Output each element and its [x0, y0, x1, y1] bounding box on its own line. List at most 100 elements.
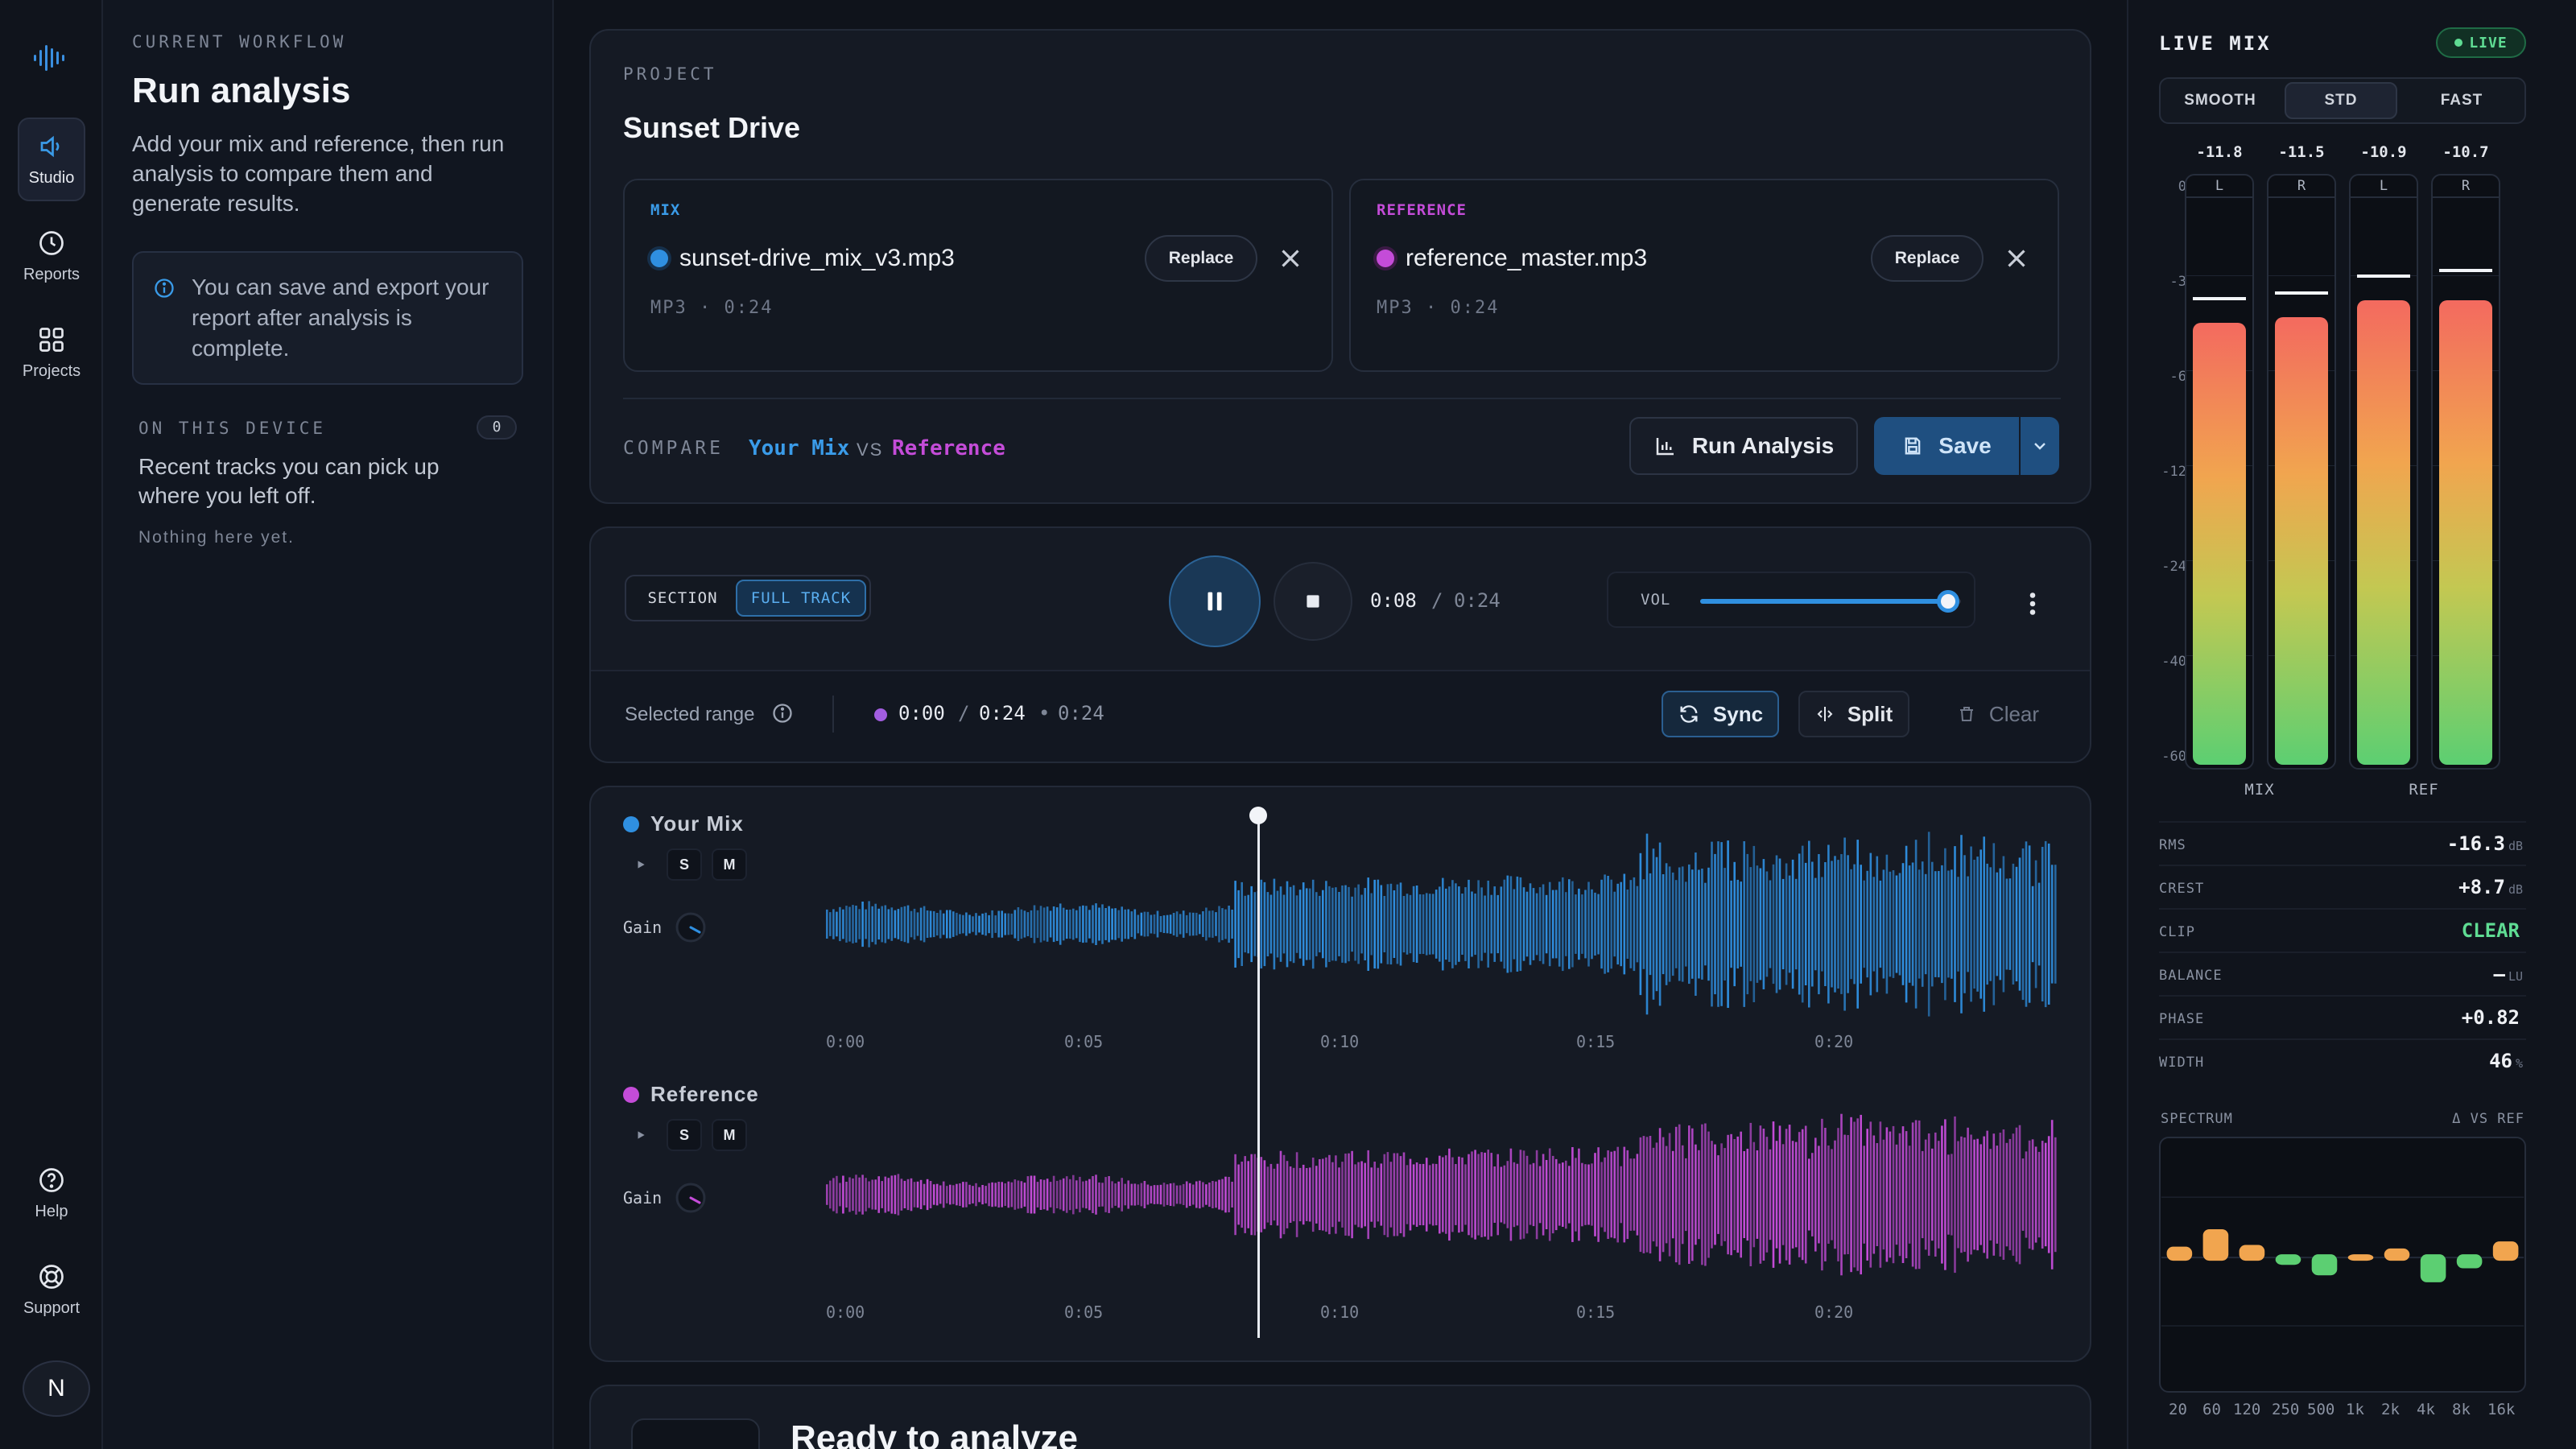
waveform-bar [1788, 875, 1791, 973]
info-icon[interactable] [771, 702, 794, 724]
split-button[interactable]: Split [1798, 691, 1909, 737]
scope-section-option[interactable]: SECTION [633, 580, 733, 617]
reference-solo-button[interactable]: S [667, 1119, 702, 1151]
waveform-bar [1461, 1157, 1463, 1232]
spectrum-label: SPECTRUM [2161, 1111, 2233, 1127]
current-time: 0:08 [1370, 589, 1417, 612]
reference-remove-close-icon[interactable] [2001, 243, 2032, 274]
waveform-bar [1837, 860, 1839, 989]
mix-mute-button[interactable]: M [712, 848, 747, 881]
mix-remove-close-icon[interactable] [1275, 243, 1306, 274]
waveform-bar [1367, 877, 1369, 971]
level-meter: L [2185, 174, 2254, 770]
save-button[interactable]: Save [1874, 417, 2019, 475]
nav-help[interactable]: Help [18, 1151, 85, 1235]
meter-gridline [2433, 275, 2499, 276]
waveform-bar [1088, 1179, 1091, 1211]
nav-reports[interactable]: Reports [18, 214, 85, 298]
mix-waveform[interactable] [826, 829, 2058, 1019]
waveform-bar [1351, 1150, 1353, 1239]
waveform-bar [985, 1186, 987, 1203]
waveform-bar [1565, 892, 1567, 956]
waveform-bar [884, 1176, 887, 1213]
nav-support[interactable]: Support [18, 1248, 85, 1331]
waveform-bar [1373, 879, 1376, 969]
waveform-bar [1736, 879, 1739, 969]
waveform-bar [1947, 870, 1950, 978]
waveform-bar [1538, 887, 1542, 961]
time-separator: / [1431, 589, 1443, 612]
stop-button[interactable] [1274, 562, 1352, 641]
reference-tick: 0:20 [1814, 1302, 1854, 1322]
mix-play-button[interactable] [623, 848, 658, 881]
save-options-button[interactable] [2021, 417, 2059, 475]
mix-gain-knob[interactable] [675, 911, 707, 943]
reference-mute-button[interactable]: M [712, 1119, 747, 1151]
waveform-bar [1698, 869, 1700, 979]
spectrum-delta-bar [2420, 1254, 2446, 1282]
waveform-bar [1542, 884, 1545, 964]
avatar[interactable]: N [23, 1360, 90, 1417]
sync-button[interactable]: Sync [1662, 691, 1779, 737]
volume-slider-fill [1700, 599, 1948, 604]
waveform-bar [1918, 1120, 1921, 1269]
stat-unit: LU [2508, 969, 2523, 984]
run-analysis-button[interactable]: Run Analysis [1629, 417, 1858, 475]
waveform-bar [1607, 1150, 1609, 1239]
waveform-bar [1175, 911, 1179, 937]
waveform-bar [836, 1175, 838, 1214]
waveform-bar [1224, 909, 1227, 939]
waveform-bar [1921, 1150, 1924, 1239]
spectrum-freq-label: 8k [2452, 1401, 2471, 1418]
waveform-bar [1850, 1117, 1852, 1273]
reference-play-button[interactable] [623, 1119, 658, 1151]
volume-slider-handle[interactable] [1936, 590, 1959, 613]
waveform-bar [1026, 1176, 1030, 1213]
waveform-bar [1979, 1144, 1982, 1245]
nav-projects[interactable]: Projects [18, 311, 85, 394]
nav-studio[interactable]: Studio [18, 118, 85, 201]
waveform-bar [861, 902, 864, 947]
waveform-bar [1658, 1128, 1662, 1261]
waveform-bar [1584, 1164, 1587, 1225]
waveform-bar [1069, 909, 1071, 939]
waveform-bar [1821, 877, 1823, 972]
waveform-bar [1422, 894, 1425, 954]
reference-file-box: REFERENCE reference_master.mp3 MP3 · 0:2… [1349, 179, 2059, 372]
reference-waveform[interactable] [826, 1100, 2058, 1290]
waveform-bar [1250, 886, 1253, 963]
waveform-bar [1247, 1161, 1249, 1228]
waveform-bar [1159, 916, 1162, 932]
playhead[interactable] [1257, 815, 1260, 1338]
mix-gain-label: Gain [623, 918, 663, 937]
waveform-bar [1695, 852, 1697, 996]
waveform-bar [1581, 894, 1583, 954]
playhead-handle[interactable] [1249, 807, 1267, 824]
reference-replace-button[interactable]: Replace [1871, 235, 1984, 282]
clear-button[interactable]: Clear [1927, 691, 2069, 737]
waveform-bar [1814, 1137, 1817, 1252]
waveform-bar [842, 909, 844, 939]
pause-button[interactable] [1169, 555, 1261, 647]
waveform-bar [962, 914, 964, 934]
volume-slider[interactable] [1700, 590, 1961, 613]
meter-fill [2193, 322, 2246, 765]
waveform-bar [1331, 887, 1334, 961]
more-options-icon[interactable] [2021, 589, 2045, 618]
spectrum-freq-label: 60 [2202, 1401, 2221, 1418]
mode-smooth-option[interactable]: SMOOTH [2164, 82, 2277, 119]
waveform-bar [1295, 895, 1298, 953]
scope-full-track-option[interactable]: FULL TRACK [736, 580, 866, 617]
spectrum-delta-bar [2347, 1254, 2374, 1261]
waveform-bar [1798, 1132, 1801, 1257]
mode-fast-option[interactable]: FAST [2405, 82, 2518, 119]
stat-number: -16.3 [2446, 832, 2505, 855]
mode-std-option[interactable]: STD [2285, 82, 2397, 119]
reference-gain-knob[interactable] [675, 1182, 707, 1214]
mix-solo-button[interactable]: S [667, 848, 702, 881]
waveform-bar [1613, 1150, 1616, 1239]
waveform-bar [1626, 890, 1629, 959]
waveform-bar [1629, 1158, 1633, 1231]
mix-replace-button[interactable]: Replace [1145, 235, 1257, 282]
waveform-bar [881, 906, 883, 943]
